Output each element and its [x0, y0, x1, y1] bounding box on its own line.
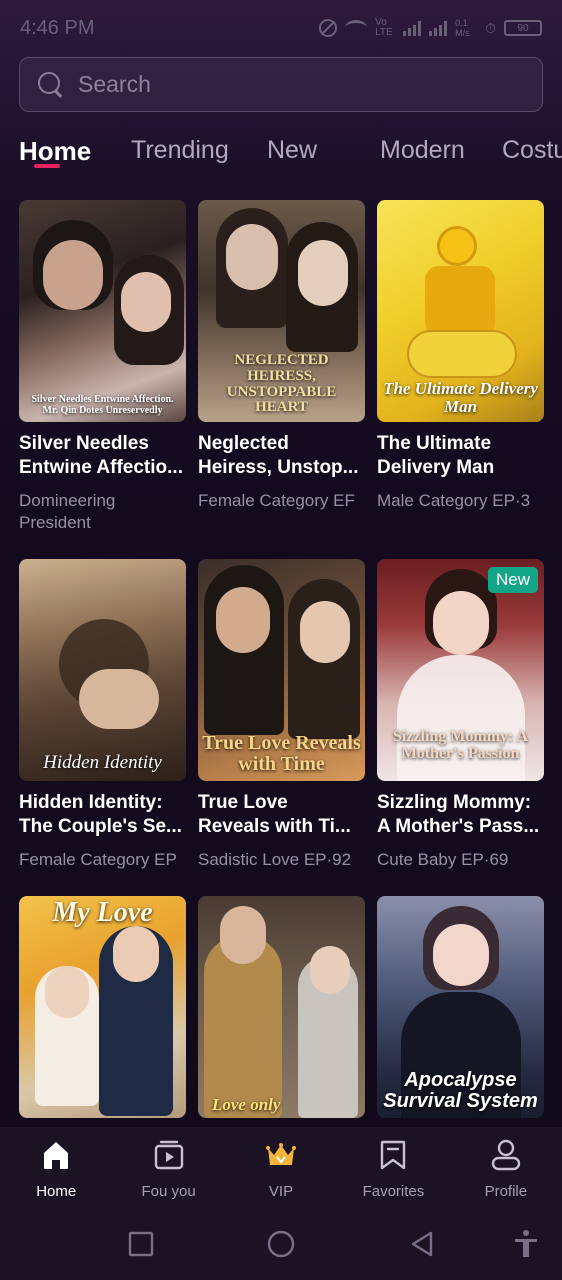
search-input[interactable]	[78, 71, 518, 98]
category-tabs: Home Trending New Modern Costu	[0, 128, 562, 176]
drama-category: Sadistic Love EP·92	[198, 850, 352, 869]
tab-costume[interactable]: Costu	[502, 136, 562, 165]
alarm-icon: ⏱	[485, 19, 496, 36]
status-bar: 4:46 PM Vo LTE 0.1 M/s ⏱ 90	[0, 0, 562, 56]
drama-poster[interactable]: New Sizzling Mommy: A Mother's Passion	[377, 559, 544, 781]
poster-title-text: Love only	[212, 1095, 281, 1115]
system-navigation-bar	[0, 1223, 562, 1280]
drama-title: Silver Needles Entwine Affectio...	[19, 432, 186, 480]
search-bar[interactable]	[19, 57, 543, 112]
nav-vip[interactable]: VIP	[225, 1127, 337, 1223]
drama-card[interactable]: True Love Reveals with Time True Love Re…	[198, 559, 365, 871]
poster-title-text: NEGLECTED HEIRESS, UNSTOPPABLE HEART	[226, 352, 337, 416]
tab-modern[interactable]: Modern	[380, 136, 465, 165]
network-speed: 0.1 M/s	[455, 18, 470, 38]
drama-title-line1: The Ultimate	[377, 433, 492, 454]
poster-title-text: True Love Reveals with Time	[202, 732, 361, 775]
home-circle-icon[interactable]	[267, 1230, 295, 1258]
nav-label-profile: Profile	[484, 1183, 528, 1200]
status-icons: Vo LTE 0.1 M/s ⏱ 90	[319, 18, 542, 38]
do-not-disturb-icon	[319, 19, 338, 37]
drama-poster[interactable]: Silver Needles Entwine Affection. Mr. Qi…	[19, 200, 186, 422]
active-tab-indicator	[34, 164, 60, 168]
drama-title-line1: Hidden Identity:	[19, 792, 163, 813]
drama-title-line2: Reveals with Ti...	[198, 816, 351, 837]
home-icon	[44, 1142, 69, 1169]
drama-title-line1: Sizzling Mommy:	[377, 792, 532, 813]
tab-trending[interactable]: Trending	[131, 136, 229, 165]
drama-card[interactable]: Apocalypse Survival System	[377, 896, 544, 1118]
drama-card[interactable]: The Ultimate Delivery Man The Ultimate D…	[377, 200, 544, 512]
drama-title: True Love Reveals with Ti...	[198, 791, 365, 839]
crown-icon	[266, 1143, 297, 1165]
nav-label-home: Home	[36, 1183, 77, 1200]
drama-title-line1: Silver Needles	[19, 433, 149, 454]
poster-title-text: Sizzling Mommy: A Mother's Passion	[392, 728, 529, 763]
back-icon[interactable]	[409, 1230, 435, 1258]
poster-title-text: The Ultimate Delivery Man	[383, 379, 538, 417]
drama-card[interactable]: NEGLECTED HEIRESS, UNSTOPPABLE HEART Neg…	[198, 200, 365, 512]
recent-apps-icon[interactable]	[128, 1231, 154, 1257]
profile-icon	[491, 1139, 521, 1171]
drama-poster[interactable]: True Love Reveals with Time	[198, 559, 365, 781]
bottom-navigation: Home Fou you VIP Favorites Profile	[0, 1127, 562, 1223]
battery-level: 90	[517, 22, 529, 34]
drama-poster[interactable]: Apocalypse Survival System	[377, 896, 544, 1118]
network-type-label: Vo LTE	[375, 17, 393, 38]
drama-title: Neglected Heiress, Unstop...	[198, 432, 365, 480]
signal-icon	[403, 20, 422, 36]
drama-title-line1: True Love	[198, 792, 288, 813]
nav-label-vip: VIP	[268, 1183, 294, 1200]
drama-card[interactable]: Love only	[198, 896, 365, 1118]
drama-category: Domineering President	[19, 491, 116, 532]
drama-title: Hidden Identity: The Couple's Se...	[19, 791, 186, 839]
drama-title-line2: The Couple's Se...	[19, 816, 182, 837]
drama-title-line1: Neglected	[198, 433, 289, 454]
signal-icon-2	[429, 20, 448, 36]
drama-title-line2: A Mother's Pass...	[377, 816, 540, 837]
accessibility-icon[interactable]	[513, 1229, 539, 1259]
wifi-icon	[345, 20, 368, 36]
poster-title-text: Hidden Identity	[43, 752, 162, 774]
drama-title-line2: Heiress, Unstop...	[198, 457, 359, 478]
drama-card[interactable]: My Love	[19, 896, 186, 1118]
drama-title: Sizzling Mommy: A Mother's Pass...	[377, 791, 544, 839]
tab-new[interactable]: New	[267, 136, 317, 165]
poster-title-text: My Love	[52, 897, 153, 928]
drama-title: The Ultimate Delivery Man	[377, 432, 544, 480]
poster-title-text: Apocalypse Survival System	[383, 1069, 538, 1112]
drama-card[interactable]: New Sizzling Mommy: A Mother's Passion S…	[377, 559, 544, 871]
drama-category: Female Category EP	[19, 850, 177, 869]
drama-category: Female Category EF	[198, 491, 355, 510]
battery-icon: 90	[504, 20, 542, 36]
nav-label-for-you: Fou you	[141, 1183, 196, 1200]
drama-category: Cute Baby EP·69	[377, 850, 509, 869]
drama-title-line2: Entwine Affectio...	[19, 457, 183, 478]
nav-favorites[interactable]: Favorites	[337, 1127, 449, 1223]
tab-home[interactable]: Home	[19, 136, 91, 167]
poster-title-text: Silver Needles Entwine Affection. Mr. Qi…	[31, 394, 174, 416]
nav-profile[interactable]: Profile	[450, 1127, 562, 1223]
nav-label-favorites: Favorites	[362, 1183, 425, 1200]
search-icon	[38, 71, 64, 98]
drama-poster[interactable]: Hidden Identity	[19, 559, 186, 781]
drama-category: Male Category EP·3	[377, 491, 531, 510]
drama-title-line2: Delivery Man	[377, 457, 495, 478]
nav-for-you[interactable]: Fou you	[112, 1127, 224, 1223]
play-video-icon	[154, 1140, 183, 1170]
nav-home[interactable]: Home	[0, 1127, 112, 1223]
bookmark-icon	[381, 1140, 406, 1170]
drama-poster[interactable]: Love only	[198, 896, 365, 1118]
status-time: 4:46 PM	[20, 16, 95, 39]
drama-poster[interactable]: My Love	[19, 896, 186, 1118]
drama-poster[interactable]: NEGLECTED HEIRESS, UNSTOPPABLE HEART	[198, 200, 365, 422]
new-badge: New	[487, 567, 538, 593]
drama-card[interactable]: Hidden Identity Hidden Identity: The Cou…	[19, 559, 186, 871]
drama-poster[interactable]: The Ultimate Delivery Man	[377, 200, 544, 422]
drama-card[interactable]: Silver Needles Entwine Affection. Mr. Qi…	[19, 200, 186, 534]
